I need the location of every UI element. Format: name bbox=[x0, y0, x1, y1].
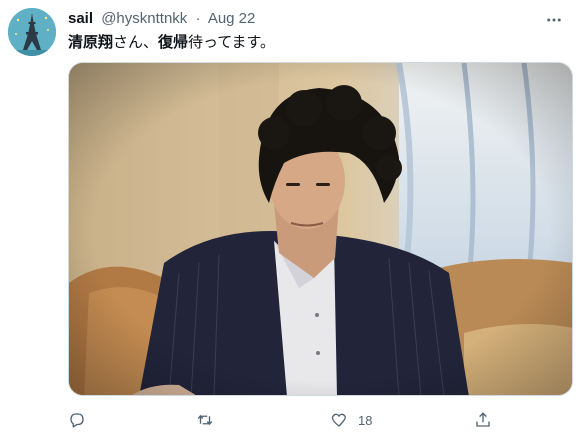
user-handle[interactable]: @hysknttnkk bbox=[101, 10, 187, 27]
separator-dot: · bbox=[195, 10, 201, 27]
more-options-button[interactable] bbox=[542, 8, 566, 32]
tweet-text: 清原翔さん、復帰待ってます。 bbox=[68, 33, 275, 53]
display-name[interactable]: sail bbox=[68, 10, 93, 27]
eiffel-tower-avatar-image bbox=[8, 8, 56, 56]
tweet-text-part2: 待ってます。 bbox=[188, 34, 276, 51]
heart-icon bbox=[322, 405, 356, 435]
tweet-text-part1: さん、 bbox=[113, 34, 159, 51]
tweet-text-name: 清原翔 bbox=[68, 34, 114, 51]
retweet-icon bbox=[188, 405, 222, 435]
like-button[interactable]: 18 bbox=[322, 405, 372, 435]
retweet-button[interactable] bbox=[188, 405, 222, 435]
like-count: 18 bbox=[358, 412, 373, 428]
more-icon bbox=[547, 18, 561, 22]
tweet-text-bold-word: 復帰 bbox=[158, 34, 189, 51]
tweet[interactable]: sail @hysknttnkk · Aug 22 清原翔さん、復帰待ってます。 bbox=[0, 0, 582, 445]
avatar[interactable] bbox=[8, 8, 56, 56]
tweet-header: sail @hysknttnkk · Aug 22 bbox=[68, 9, 255, 29]
reply-icon bbox=[60, 405, 94, 435]
share-button[interactable] bbox=[466, 405, 500, 435]
photo-image bbox=[69, 63, 572, 395]
reply-button[interactable] bbox=[60, 405, 94, 435]
tweet-photo[interactable] bbox=[68, 62, 573, 396]
tweet-actions: 18 bbox=[60, 405, 500, 435]
tweet-date[interactable]: Aug 22 bbox=[208, 10, 256, 27]
share-icon bbox=[466, 405, 500, 435]
